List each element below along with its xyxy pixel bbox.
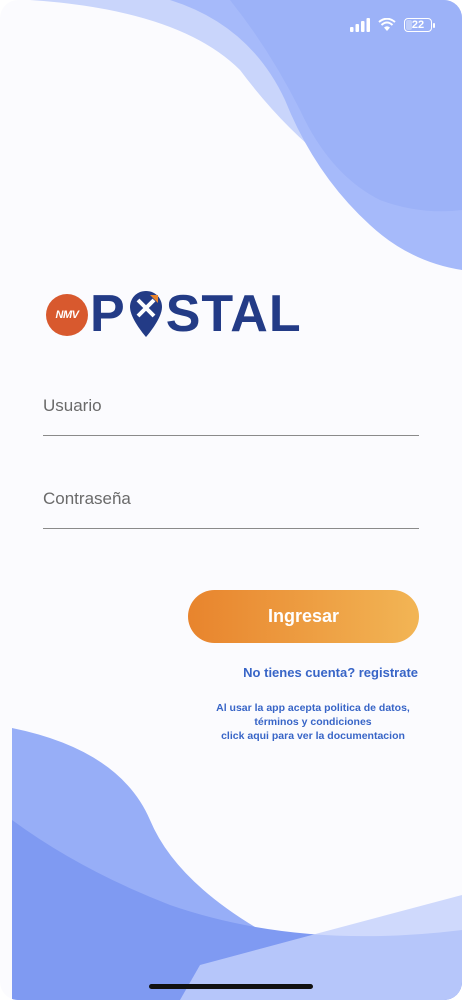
wifi-icon xyxy=(378,18,396,31)
status-bar: 22 xyxy=(0,14,462,40)
logo-wordmark: P STAL xyxy=(90,286,302,342)
logo-badge: NMV xyxy=(46,294,88,336)
password-field xyxy=(43,484,419,529)
status-icons: 22 xyxy=(350,18,435,32)
battery-level: 22 xyxy=(411,19,425,31)
legal-line-3: click aqui para ver la documentacion xyxy=(221,730,405,742)
map-pin-icon xyxy=(129,291,162,337)
legal-notice[interactable]: Al usar la app acepta politica de datos,… xyxy=(200,701,426,743)
logo-badge-text: NMV xyxy=(55,309,79,321)
login-button[interactable]: Ingresar xyxy=(188,590,419,643)
password-input[interactable] xyxy=(43,484,419,514)
username-field xyxy=(43,391,419,436)
register-link[interactable]: No tienes cuenta? registrate xyxy=(243,665,418,680)
app-logo: NMV P STAL xyxy=(46,286,316,344)
home-indicator[interactable] xyxy=(149,984,313,989)
signal-icon xyxy=(350,18,370,32)
battery-icon: 22 xyxy=(404,18,435,32)
login-screen: 22 NMV P STAL Ingresar No tienes cuenta?… xyxy=(0,0,462,1000)
legal-line-2: términos y condiciones xyxy=(254,716,372,728)
logo-letters-stal: STAL xyxy=(165,285,302,343)
username-input[interactable] xyxy=(43,391,419,421)
legal-line-1: Al usar la app acepta politica de datos, xyxy=(216,702,410,714)
logo-letter-p: P xyxy=(90,285,126,343)
